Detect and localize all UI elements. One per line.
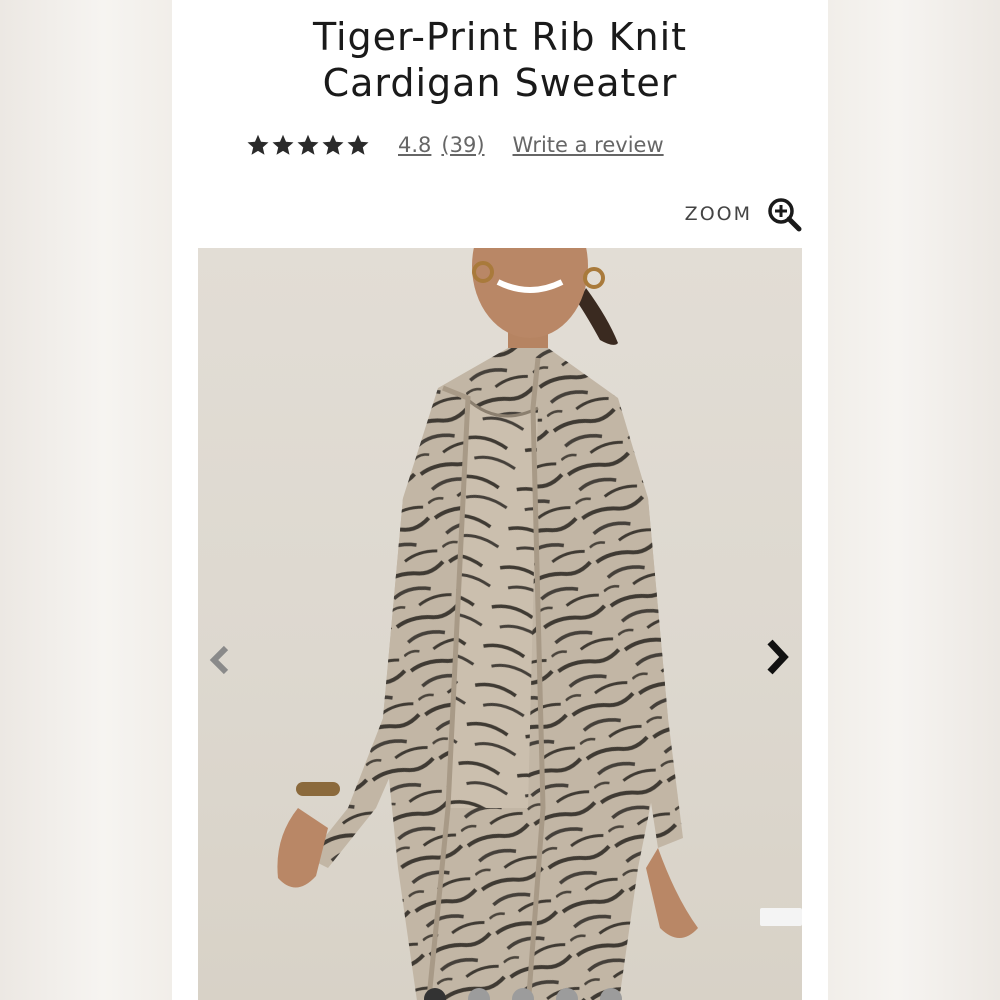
- carousel-dot[interactable]: [468, 988, 490, 1000]
- backdrop-left: [0, 0, 172, 1000]
- rating-row: 4.8 (39) Write a review: [246, 130, 674, 160]
- chevron-left-icon[interactable]: [206, 640, 236, 680]
- zoom-in-icon: [768, 198, 802, 232]
- image-corner-tag: [760, 908, 802, 926]
- product-title: Tiger-Print Rib Knit Cardigan Sweater: [172, 14, 828, 106]
- carousel-dot[interactable]: [512, 988, 534, 1000]
- carousel-dot[interactable]: [424, 988, 446, 1000]
- backdrop-right: [828, 0, 1000, 1000]
- star-icon: [347, 134, 369, 155]
- review-count-link[interactable]: (39): [441, 133, 484, 157]
- zoom-label: ZOOM: [684, 203, 752, 225]
- star-icon: [247, 134, 269, 155]
- product-title-line-2: Cardigan Sweater: [322, 61, 678, 105]
- product-image[interactable]: [198, 248, 802, 1000]
- star-icon: [272, 134, 294, 155]
- carousel-dot[interactable]: [556, 988, 578, 1000]
- zoom-button[interactable]: ZOOM: [685, 196, 802, 232]
- carousel-dot[interactable]: [600, 988, 622, 1000]
- star-icon: [322, 134, 344, 155]
- chevron-right-icon[interactable]: [760, 634, 794, 680]
- product-title-line-1: Tiger-Print Rib Knit: [312, 15, 688, 59]
- carousel-dots: [424, 988, 622, 1000]
- star-rating: [246, 133, 370, 157]
- star-icon: [297, 134, 319, 155]
- model-illustration: [277, 248, 698, 1000]
- rating-value-link[interactable]: 4.8: [398, 133, 431, 157]
- write-review-link[interactable]: Write a review: [513, 133, 664, 157]
- product-panel: Tiger-Print Rib Knit Cardigan Sweater 4.…: [172, 0, 828, 1000]
